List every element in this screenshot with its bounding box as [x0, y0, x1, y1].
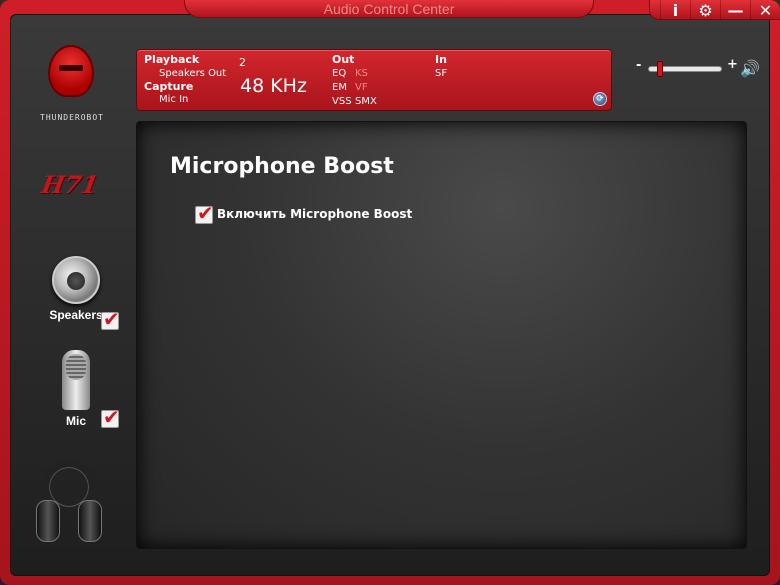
- model-name: H71: [39, 170, 101, 199]
- headphones-right-cup: [78, 500, 102, 542]
- window-title: Audio Control Center: [323, 1, 455, 17]
- out-smx: SMX: [355, 96, 377, 107]
- capture-label: Capture: [144, 80, 194, 93]
- volume-control: - + 🔊: [636, 57, 762, 78]
- capture-device: Mic In: [159, 94, 189, 105]
- out-em: EM: [332, 82, 347, 93]
- content-panel: Microphone Boost Включить Microphone Boo…: [136, 121, 747, 549]
- speaker-icon: [52, 256, 100, 304]
- volume-up-button[interactable]: +: [727, 57, 738, 72]
- refresh-icon[interactable]: ⟳: [593, 92, 607, 106]
- in-sf: SF: [435, 68, 448, 79]
- headphones-icon: [36, 460, 102, 550]
- volume-down-button[interactable]: -: [636, 58, 641, 73]
- info-button[interactable]: i: [660, 0, 690, 20]
- sample-rate: 48 KHz: [240, 75, 307, 97]
- speakers-checkbox[interactable]: [101, 307, 120, 331]
- brand-name: THUNDEROBOT: [40, 113, 104, 122]
- brand-logo: THUNDEROBOT: [22, 45, 122, 130]
- microphone-icon: [62, 350, 90, 410]
- out-vf: VF: [355, 82, 368, 93]
- headphones-left-cup: [36, 500, 60, 542]
- in-label: In: [435, 53, 447, 66]
- out-vss: VSS: [332, 96, 352, 107]
- channel-count: 2: [239, 56, 246, 69]
- sidebar-item-label: Speakers: [49, 308, 103, 322]
- microphone-boost-checkbox[interactable]: [195, 201, 214, 225]
- app-window: Audio Control Center i ⚙ — ✕ THUNDEROBOT…: [0, 0, 780, 585]
- window-controls: i ⚙ — ✕: [649, 0, 780, 20]
- out-ks: KS: [355, 68, 368, 79]
- volume-slider-thumb[interactable]: [657, 61, 663, 77]
- playback-device: Speakers Out: [159, 68, 227, 79]
- playback-label: Playback: [144, 53, 200, 66]
- minimize-button[interactable]: —: [720, 0, 750, 20]
- close-button[interactable]: ✕: [750, 0, 780, 20]
- volume-slider-track[interactable]: [648, 61, 722, 77]
- mic-checkbox[interactable]: [101, 405, 120, 429]
- settings-button[interactable]: ⚙: [690, 0, 720, 20]
- out-label: Out: [332, 53, 355, 66]
- page-title: Microphone Boost: [170, 154, 394, 179]
- sidebar-item-label: Mic: [65, 414, 86, 428]
- speaker-volume-icon[interactable]: 🔊: [740, 59, 760, 78]
- helmet-logo-icon: [48, 45, 94, 97]
- title-bar[interactable]: Audio Control Center: [184, 0, 594, 18]
- microphone-boost-label[interactable]: Включить Microphone Boost: [217, 207, 412, 221]
- out-eq: EQ: [332, 68, 347, 79]
- status-panel: Playback Speakers Out Capture Mic In 2 4…: [136, 49, 612, 111]
